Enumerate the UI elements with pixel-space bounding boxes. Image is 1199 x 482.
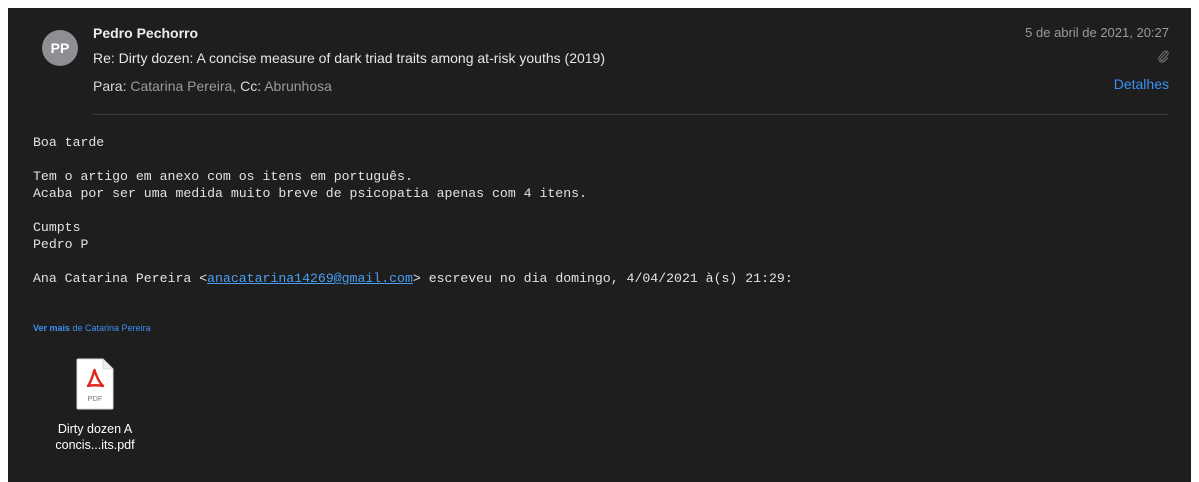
email-subject: Re: Dirty dozen: A concise measure of da… [93,50,606,66]
attachment-name[interactable]: Dirty dozen A concis...its.pdf [50,421,140,453]
email-body: Boa tarde Tem o artigo em anexo com os i… [33,134,793,287]
email-date: 5 de abril de 2021, 20:27 [1025,25,1169,40]
quote-suffix: > escreveu no dia domingo, 4/04/2021 à(s… [412,271,793,286]
recipients-line: Para: Catarina Pereira, Cc: Abrunhosa [93,78,332,94]
see-more-link[interactable]: Ver mais [33,323,70,333]
pdf-icon-label: PDF [88,394,103,403]
sender-name[interactable]: Pedro Pechorro [93,25,198,41]
cc-label: Cc: [240,78,262,94]
avatar[interactable]: PP [42,30,78,66]
quote-header: Ana Catarina Pereira <anacatarina14269@g… [33,270,793,287]
attachment[interactable]: PDF Dirty dozen A concis...its.pdf [50,358,140,453]
body-greeting: Boa tarde [33,135,105,150]
email-header: PP Pedro Pechorro Re: Dirty dozen: A con… [8,8,1191,115]
attachment-name-line2: concis...its.pdf [55,438,135,452]
quote-email-link[interactable]: anacatarina14269@gmail.com [207,271,413,286]
attachment-name-line1: Dirty dozen A [57,422,133,436]
quote-prefix: Ana Catarina Pereira < [33,271,208,286]
body-line: Acaba por ser uma medida muito breve de … [33,186,587,201]
cc-recipient[interactable]: Abrunhosa [264,78,332,94]
paperclip-icon [1158,50,1169,63]
to-label: Para: [93,78,127,94]
see-more-line: Ver mais de Catarina Pereira [33,323,151,333]
body-signoff: Cumpts [33,220,81,235]
header-divider [93,114,1169,115]
to-recipient[interactable]: Catarina Pereira, [130,78,236,94]
see-more-rest[interactable]: de Catarina Pereira [70,323,151,333]
body-signature: Pedro P [33,237,89,252]
email-message: PP Pedro Pechorro Re: Dirty dozen: A con… [8,8,1191,482]
details-link[interactable]: Detalhes [1114,76,1169,92]
body-line: Tem o artigo em anexo com os itens em po… [33,169,413,184]
pdf-file-icon[interactable]: PDF [76,358,114,410]
